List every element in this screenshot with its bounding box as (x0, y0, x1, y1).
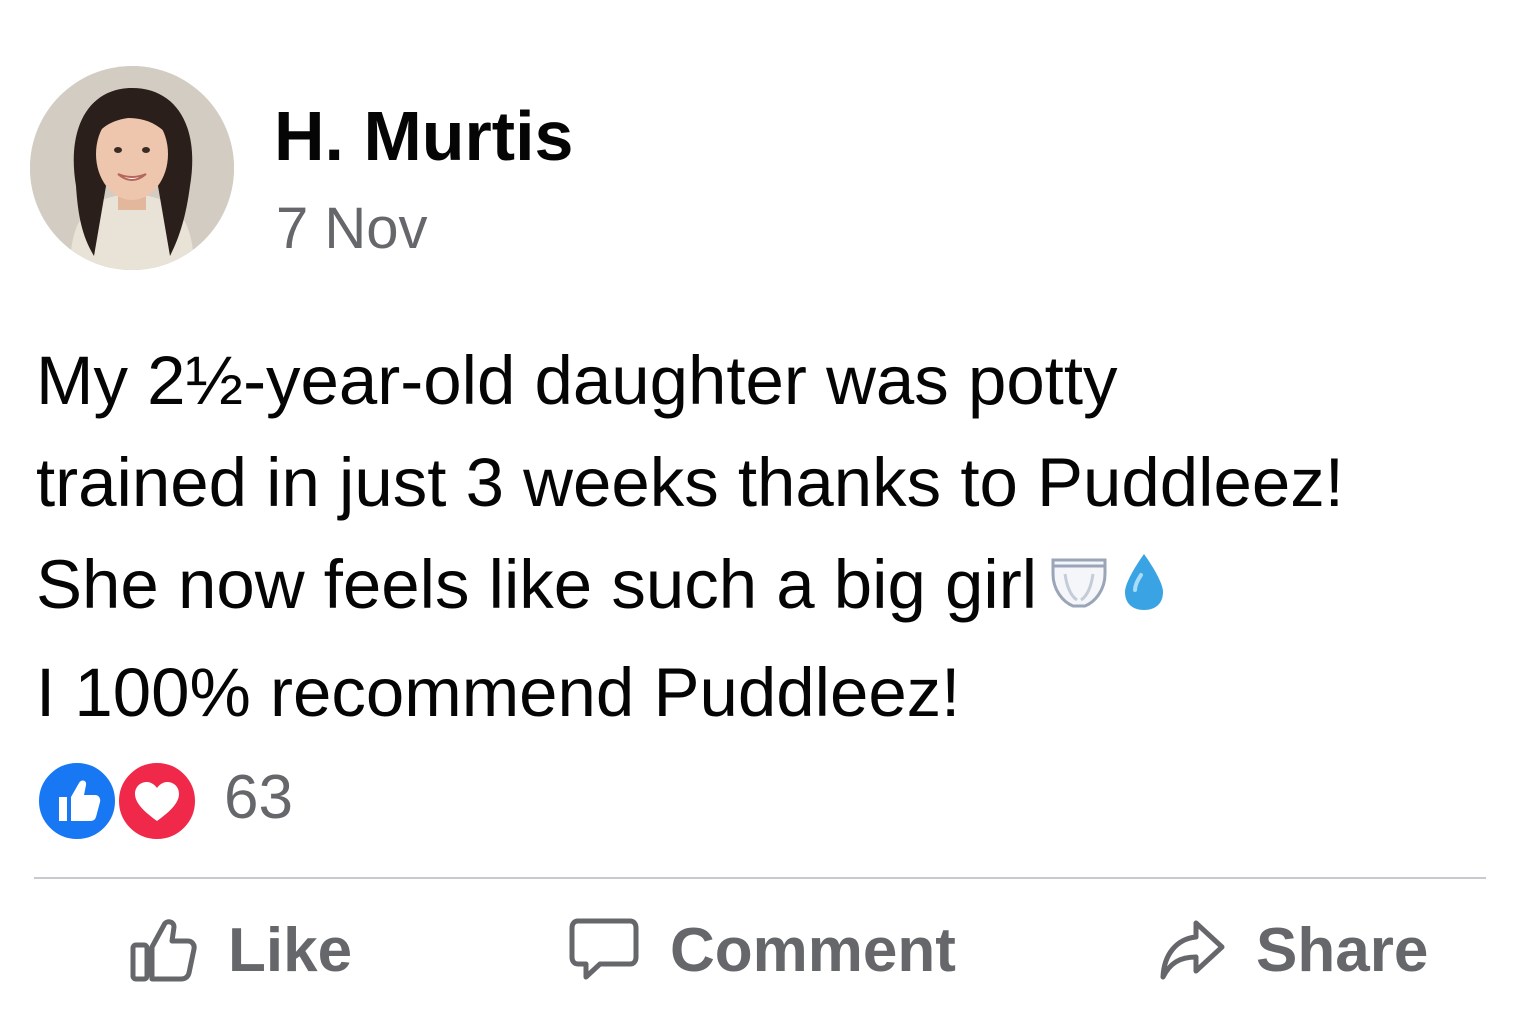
post-line-3-text: She now feels like such a big girl (36, 546, 1038, 623)
divider (34, 877, 1486, 879)
underwear-icon (1047, 540, 1111, 642)
post-card: H. Murtis 7 Nov My 2½-year-old daughter … (0, 0, 1536, 1024)
share-label: Share (1256, 915, 1429, 985)
avatar-photo-icon (30, 66, 234, 270)
action-bar: Like Comment Share (0, 900, 1536, 1000)
post-line-2: trained in just 3 weeks thanks to Puddle… (36, 444, 1344, 521)
reaction-count[interactable]: 63 (224, 760, 293, 836)
post-line-4: I 100% recommend Puddleez! (36, 654, 961, 731)
share-button[interactable]: Share (1158, 900, 1428, 1000)
post-date[interactable]: 7 Nov (276, 196, 428, 262)
post-line-3: She now feels like such a big girl (36, 534, 1526, 642)
comment-button[interactable]: Comment (568, 900, 956, 1000)
comment-label: Comment (670, 915, 956, 985)
post-line-1: My 2½-year-old daughter was potty (36, 342, 1118, 419)
author-avatar[interactable] (30, 66, 234, 270)
author-name[interactable]: H. Murtis (274, 96, 573, 176)
like-button[interactable]: Like (128, 900, 352, 1000)
comment-bubble-icon (569, 918, 639, 980)
like-reaction-icon (36, 760, 118, 842)
post-text: My 2½-year-old daughter was potty traine… (36, 330, 1526, 744)
love-reaction-icon (116, 760, 198, 842)
droplet-icon (1121, 540, 1167, 642)
thumbs-up-icon (130, 919, 197, 982)
share-arrow-icon (1160, 920, 1225, 980)
like-label: Like (228, 915, 353, 985)
